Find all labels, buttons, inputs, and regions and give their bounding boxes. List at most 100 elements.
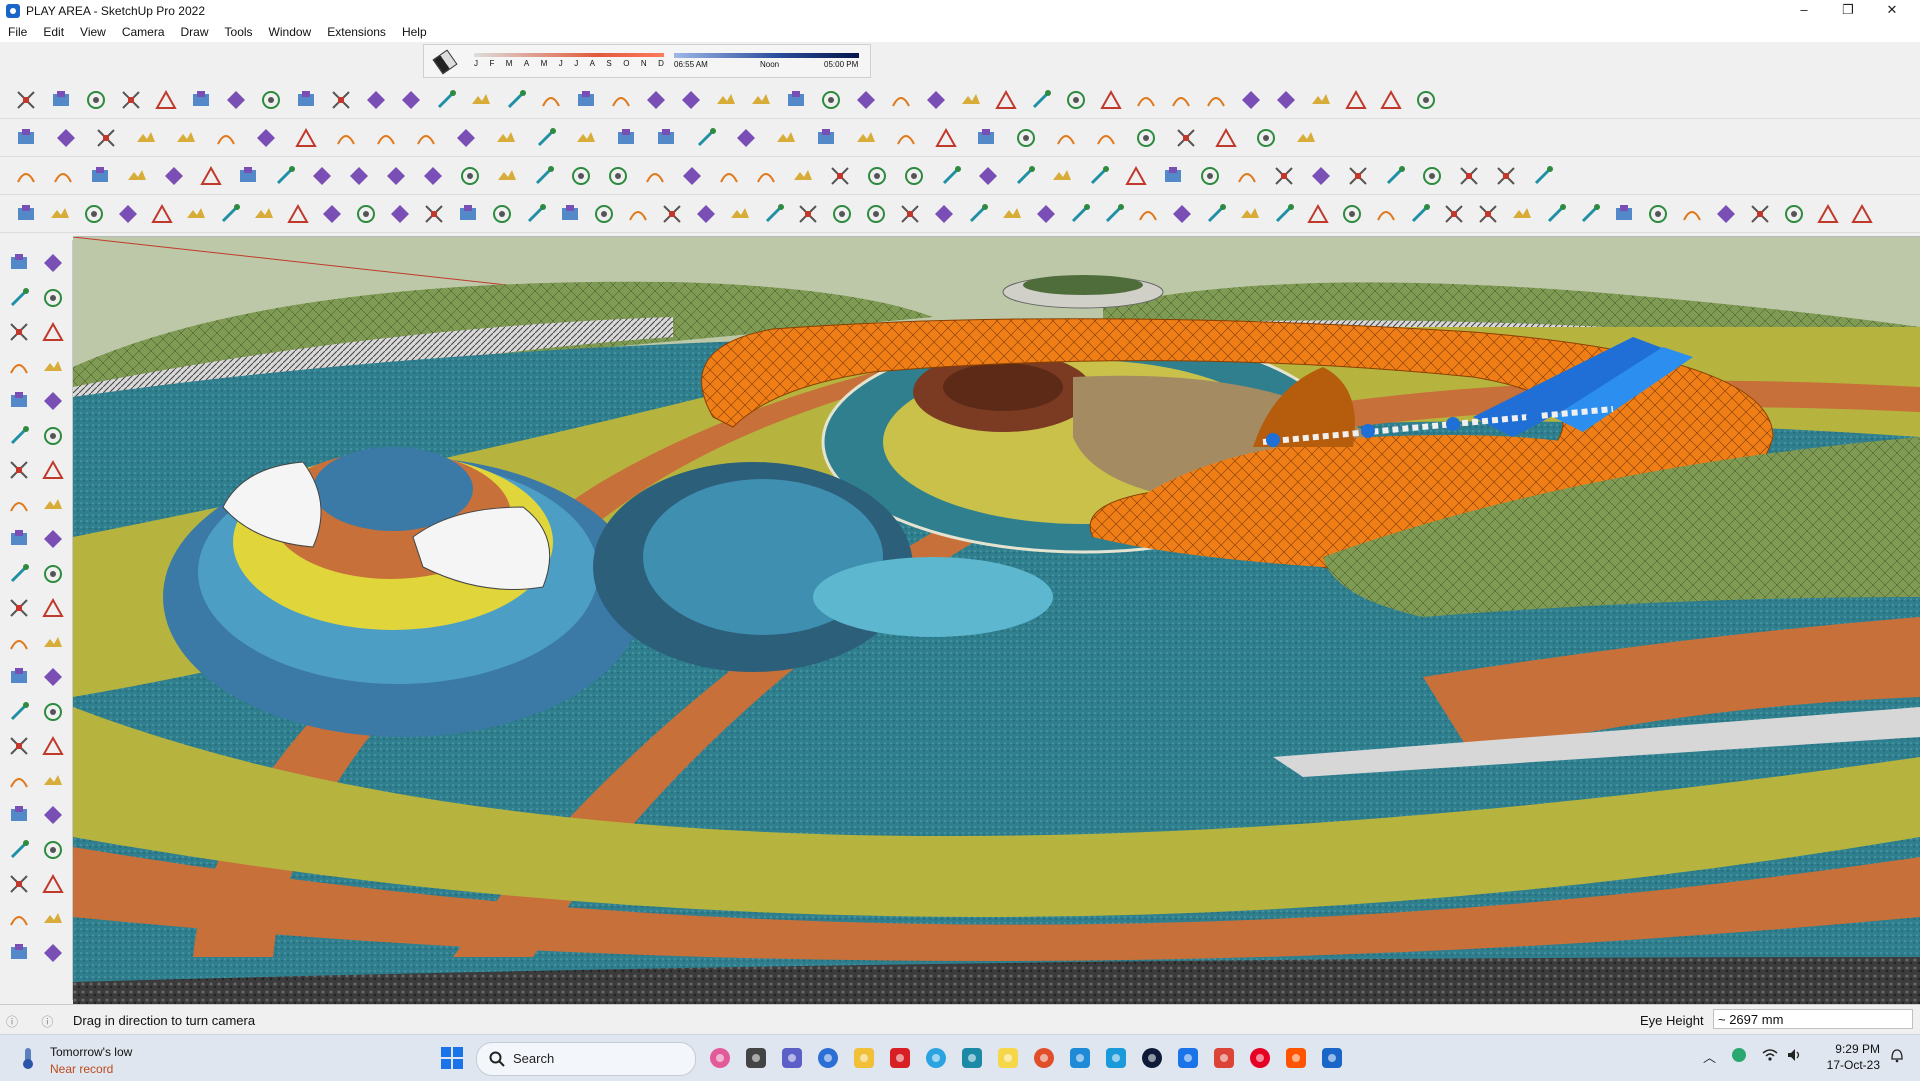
menu-draw[interactable]: Draw bbox=[173, 22, 217, 42]
gear-icon[interactable] bbox=[12, 200, 40, 228]
sail-icon[interactable] bbox=[114, 200, 142, 228]
move-axis-icon[interactable] bbox=[1132, 124, 1160, 152]
camera-icon[interactable] bbox=[12, 162, 40, 190]
pergola-icon[interactable] bbox=[148, 200, 176, 228]
hemisphere-icon[interactable] bbox=[250, 200, 278, 228]
position-camera-icon[interactable] bbox=[4, 835, 34, 865]
eraser-icon[interactable] bbox=[38, 283, 68, 313]
grid3-icon[interactable] bbox=[1746, 200, 1774, 228]
line-edit-icon[interactable] bbox=[456, 162, 484, 190]
path-icon[interactable] bbox=[998, 200, 1026, 228]
zoom-extents-icon[interactable] bbox=[4, 800, 34, 830]
green-box-icon[interactable] bbox=[1455, 162, 1483, 190]
scale-icon[interactable] bbox=[4, 593, 34, 623]
teams-icon[interactable] bbox=[776, 1042, 808, 1074]
edge-tray-icon[interactable] bbox=[1731, 1047, 1747, 1066]
mark-icon[interactable] bbox=[1012, 124, 1040, 152]
menu-view[interactable]: View bbox=[72, 22, 114, 42]
iso3-icon[interactable] bbox=[420, 200, 448, 228]
sections-icon[interactable] bbox=[812, 124, 840, 152]
menu-camera[interactable]: Camera bbox=[114, 22, 173, 42]
shape-icon[interactable] bbox=[172, 124, 200, 152]
pan-icon[interactable] bbox=[572, 124, 600, 152]
loft2-icon[interactable] bbox=[642, 86, 670, 114]
loft-icon[interactable] bbox=[292, 86, 320, 114]
sandbox2-icon[interactable] bbox=[892, 124, 920, 152]
copilot-icon[interactable] bbox=[704, 1042, 736, 1074]
anchor-icon[interactable] bbox=[1338, 200, 1366, 228]
diamond-green-icon[interactable] bbox=[658, 200, 686, 228]
rotate-icon[interactable] bbox=[332, 124, 360, 152]
three-point-arc-icon[interactable] bbox=[4, 490, 34, 520]
select-gizmo-icon[interactable] bbox=[789, 162, 817, 190]
volume-icon[interactable] bbox=[1786, 1047, 1802, 1066]
columns-icon[interactable] bbox=[537, 86, 565, 114]
ruler-icon[interactable] bbox=[382, 162, 410, 190]
orb-icon[interactable] bbox=[80, 200, 108, 228]
join-icon[interactable] bbox=[677, 86, 705, 114]
orbit2-icon[interactable] bbox=[4, 731, 34, 761]
scale-icon[interactable] bbox=[372, 124, 400, 152]
caution-icon[interactable] bbox=[1202, 200, 1230, 228]
photoshop-icon[interactable] bbox=[1136, 1042, 1168, 1074]
menu-help[interactable]: Help bbox=[394, 22, 435, 42]
spiral-icon[interactable] bbox=[1132, 86, 1160, 114]
gift-icon[interactable] bbox=[1576, 200, 1604, 228]
minimize-button[interactable]: – bbox=[1782, 0, 1826, 22]
purple-icon[interactable] bbox=[1252, 124, 1280, 152]
tape-icon[interactable] bbox=[412, 124, 440, 152]
select-icon[interactable] bbox=[52, 124, 80, 152]
pie-icon[interactable] bbox=[82, 86, 110, 114]
sandbox-icon[interactable] bbox=[187, 86, 215, 114]
paint-icon[interactable] bbox=[492, 124, 520, 152]
rotated-rect-icon[interactable] bbox=[38, 386, 68, 416]
iso-icon[interactable] bbox=[352, 200, 380, 228]
cone3-icon[interactable] bbox=[1134, 200, 1162, 228]
3d-text-icon[interactable] bbox=[38, 697, 68, 727]
table-icon[interactable] bbox=[1508, 200, 1536, 228]
pencil-icon[interactable] bbox=[38, 317, 68, 347]
sticky-notes-icon[interactable] bbox=[992, 1042, 1024, 1074]
ring-icon[interactable] bbox=[530, 162, 558, 190]
twist-icon[interactable] bbox=[1167, 86, 1195, 114]
push-pull-icon[interactable] bbox=[252, 124, 280, 152]
push-pull-icon[interactable] bbox=[38, 524, 68, 554]
soften-icon[interactable] bbox=[345, 162, 373, 190]
sphere-icon[interactable] bbox=[257, 86, 285, 114]
box3d-icon[interactable] bbox=[49, 162, 77, 190]
stack-icon[interactable] bbox=[828, 200, 856, 228]
select-icon[interactable] bbox=[4, 248, 34, 278]
match-photo-icon[interactable] bbox=[271, 162, 299, 190]
tube-icon[interactable] bbox=[467, 86, 495, 114]
cross-red-icon[interactable] bbox=[1032, 200, 1060, 228]
start-button[interactable] bbox=[436, 1042, 468, 1074]
weld-icon[interactable] bbox=[747, 86, 775, 114]
protractor-icon[interactable] bbox=[4, 662, 34, 692]
fins-icon[interactable] bbox=[1097, 86, 1125, 114]
bundle-icon[interactable] bbox=[896, 200, 924, 228]
tile-icon[interactable] bbox=[1344, 162, 1372, 190]
add-location-icon[interactable] bbox=[932, 124, 960, 152]
pan-icon[interactable] bbox=[38, 731, 68, 761]
layers-icon[interactable] bbox=[772, 124, 800, 152]
mirror-icon[interactable] bbox=[863, 162, 891, 190]
file-explorer-icon[interactable] bbox=[848, 1042, 880, 1074]
menu-file[interactable]: File bbox=[0, 22, 35, 42]
wifi-icon[interactable] bbox=[1762, 1047, 1778, 1066]
red-block-icon[interactable] bbox=[794, 200, 822, 228]
component-icon[interactable] bbox=[937, 162, 965, 190]
box-icon[interactable] bbox=[1272, 86, 1300, 114]
scenes-icon[interactable] bbox=[234, 162, 262, 190]
dimension-icon[interactable] bbox=[38, 628, 68, 658]
cross-blue-icon[interactable] bbox=[1100, 200, 1128, 228]
chrome-icon[interactable] bbox=[1208, 1042, 1240, 1074]
chain-icon[interactable] bbox=[1196, 162, 1224, 190]
roof-icon[interactable] bbox=[1377, 86, 1405, 114]
gable-icon[interactable] bbox=[1412, 86, 1440, 114]
hatch-icon[interactable] bbox=[1027, 86, 1055, 114]
close-button[interactable]: ✕ bbox=[1870, 0, 1914, 22]
maximize-button[interactable]: ❐ bbox=[1826, 0, 1870, 22]
umbrella-icon[interactable] bbox=[46, 200, 74, 228]
shadow-icon[interactable] bbox=[197, 162, 225, 190]
shell-icon[interactable] bbox=[887, 86, 915, 114]
